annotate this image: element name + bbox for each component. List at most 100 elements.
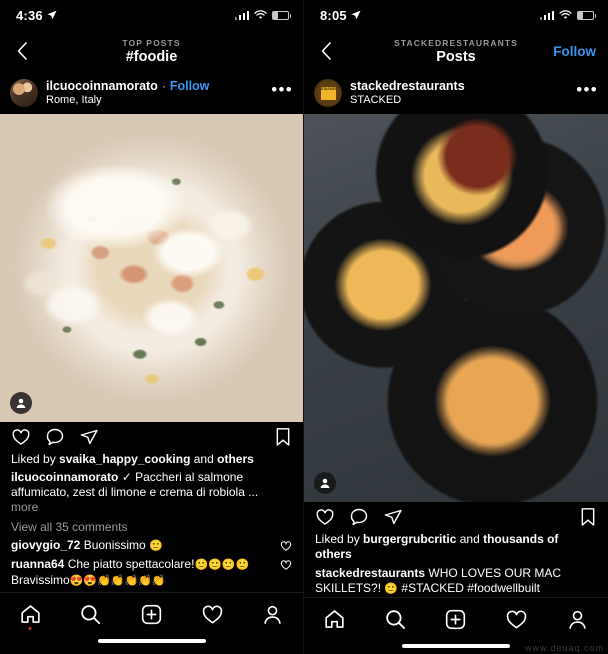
comment-text: Che piatto spettacolare! [64, 557, 195, 571]
post-username[interactable]: ilcuocoinnamorato [46, 79, 158, 93]
post-media[interactable] [0, 114, 303, 422]
nav-title-group: TOP POSTS #foodie [0, 37, 303, 65]
avatar[interactable]: STACKED [314, 79, 342, 107]
post-header-text: ilcuocoinnamorato · Follow Rome, Italy [46, 79, 209, 107]
wifi-icon [559, 10, 572, 19]
likes-summary: Liked by svaika_happy_cooking and others [11, 452, 292, 467]
likes-username[interactable]: burgergrubcritic [363, 532, 456, 546]
caption-username[interactable]: ilcuocoinnamorato [11, 470, 118, 484]
nav-add-post[interactable] [436, 608, 476, 631]
status-right [234, 10, 291, 20]
nav-add-post[interactable] [131, 603, 171, 626]
post-actions [0, 422, 303, 452]
nav-bar: STACKEDRESTAURANTS Posts Follow [304, 30, 608, 72]
activity-heart-icon[interactable] [505, 608, 528, 631]
post-subtitle: STACKED [350, 94, 402, 106]
likes-middle: and [456, 532, 484, 546]
battery-low-icon [272, 10, 291, 20]
heart-outline-icon[interactable] [280, 557, 292, 571]
nav-search[interactable] [71, 603, 111, 626]
list-item: ruanna64 Che piatto spettacolare!🙂🙂🙂🙂 Bra… [11, 557, 292, 589]
nav-activity[interactable] [192, 603, 232, 626]
post-actions [304, 502, 608, 532]
post-header-text: stackedrestaurants STACKED [350, 79, 465, 107]
chevron-left-icon[interactable] [316, 40, 338, 62]
follow-button[interactable]: Follow [170, 79, 210, 93]
add-post-icon[interactable] [140, 603, 163, 626]
home-icon[interactable] [323, 608, 346, 631]
nav-bar: TOP POSTS #foodie [0, 30, 303, 72]
post-caption: ilcuocoinnamorato ✓ Paccheri al salmone … [11, 470, 292, 500]
post-caption: stackedrestaurants WHO LOVES OUR MAC SKI… [315, 566, 597, 597]
status-left: 8:05 [320, 8, 361, 23]
follow-button[interactable]: Follow [553, 44, 596, 59]
likes-middle: and [190, 452, 218, 466]
nav-profile[interactable] [558, 608, 598, 631]
likes-username[interactable]: svaika_happy_cooking [59, 452, 190, 466]
chevron-left-icon[interactable] [12, 40, 34, 62]
nav-profile[interactable] [253, 603, 293, 626]
heart-icon[interactable] [315, 507, 335, 527]
profile-icon[interactable] [261, 603, 284, 626]
caption-hashtags[interactable]: #STACKED #foodwellbuilt [398, 581, 540, 595]
brand-logo-mark: STACKED [320, 86, 336, 100]
comment-username[interactable]: ruanna64 [11, 557, 64, 571]
comment-emoji: 🙂🙂🙂🙂 [194, 559, 250, 571]
comment-username[interactable]: giovygio_72 [11, 538, 80, 552]
heart-outline-icon[interactable] [280, 538, 292, 552]
right-phone-screen: 8:05 STACKEDRESTAURANTS Posts Follow STA… [304, 0, 608, 654]
status-time: 4:36 [16, 7, 43, 23]
view-all-comments-link[interactable]: View all 35 comments [11, 519, 292, 535]
notification-dot [28, 627, 32, 630]
nav-search[interactable] [375, 608, 415, 631]
bookmark-icon[interactable] [274, 427, 292, 447]
battery-low-icon [577, 10, 596, 20]
post-details: Liked by svaika_happy_cooking and others… [0, 452, 303, 589]
left-phone-screen: 4:36 TOP POSTS #foodie ilcuocoinnamorato… [0, 0, 304, 654]
nav-kicker: TOP POSTS [122, 38, 181, 48]
tagged-users-icon[interactable] [10, 392, 32, 414]
post-location[interactable]: Rome, Italy [46, 93, 209, 107]
location-arrow-icon [47, 10, 57, 20]
search-icon[interactable] [79, 603, 102, 626]
food-photo-mac-skillets [304, 114, 608, 502]
share-paper-plane-icon[interactable] [79, 427, 99, 447]
share-paper-plane-icon[interactable] [383, 507, 403, 527]
bookmark-icon[interactable] [579, 507, 597, 527]
site-watermark: www.deuaq.com [524, 643, 604, 653]
more-options-icon[interactable]: ••• [271, 81, 293, 101]
post-details: Liked by burgergrubcritic and thousands … [304, 532, 608, 597]
caption-username[interactable]: stackedrestaurants [315, 566, 425, 580]
caption-more-button[interactable]: more [11, 500, 292, 515]
comment-icon[interactable] [349, 507, 369, 527]
add-post-icon[interactable] [444, 608, 467, 631]
activity-heart-icon[interactable] [201, 603, 224, 626]
profile-icon[interactable] [566, 608, 589, 631]
bottom-navigation [304, 597, 608, 641]
post-header: STACKED stackedrestaurants STACKED ••• [304, 72, 608, 114]
home-icon[interactable] [19, 603, 42, 626]
signal-bars-icon [539, 10, 554, 20]
likes-prefix: Liked by [315, 532, 364, 546]
comment-body: ruanna64 Che piatto spettacolare!🙂🙂🙂🙂 Bra… [11, 557, 280, 589]
separator-dot: · [161, 79, 166, 93]
comment-emoji-2: 😍😍👏👏👏👏👏 [69, 575, 166, 587]
bottom-navigation [0, 592, 303, 636]
comment-icon[interactable] [45, 427, 65, 447]
avatar[interactable] [10, 79, 38, 107]
status-bar: 4:36 [0, 0, 303, 30]
search-icon[interactable] [384, 608, 407, 631]
post-username[interactable]: stackedrestaurants [350, 79, 465, 93]
nav-activity[interactable] [497, 608, 537, 631]
food-photo-pasta [0, 114, 303, 422]
heart-icon[interactable] [11, 427, 31, 447]
status-time: 8:05 [320, 7, 347, 23]
more-options-icon[interactable]: ••• [576, 81, 598, 101]
post-media[interactable] [304, 114, 608, 502]
tagged-users-icon[interactable] [314, 472, 336, 494]
nav-home[interactable] [10, 603, 50, 630]
comment-emoji: 🙂 [149, 540, 163, 552]
likes-others[interactable]: others [217, 452, 254, 466]
comment-body: giovygio_72 Buonissimo 🙂 [11, 538, 280, 554]
nav-home[interactable] [314, 608, 354, 631]
